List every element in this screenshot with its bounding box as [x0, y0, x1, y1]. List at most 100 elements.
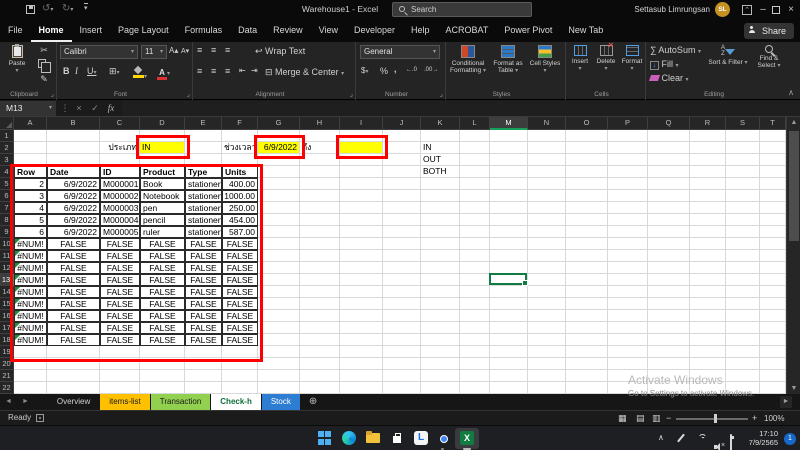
cell-A21[interactable] [14, 370, 47, 382]
battery-icon[interactable] [730, 434, 732, 450]
cell-D6[interactable]: Notebook [140, 190, 185, 202]
cell-A13[interactable]: #NUM! [14, 274, 47, 286]
cell-C14[interactable]: FALSE [100, 286, 140, 298]
cell-B12[interactable]: FALSE [47, 262, 100, 274]
cell-F4[interactable]: Units [222, 166, 258, 178]
cell-T17[interactable] [760, 322, 786, 334]
cell-O19[interactable] [566, 346, 608, 358]
col-header-E[interactable]: E [185, 117, 222, 130]
cell-E11[interactable]: FALSE [185, 250, 222, 262]
cell-R14[interactable] [690, 286, 726, 298]
cell-P18[interactable] [608, 334, 648, 346]
cell-N11[interactable] [528, 250, 566, 262]
cell-A8[interactable]: 5 [14, 214, 47, 226]
cell-N3[interactable] [528, 154, 566, 166]
cell-M9[interactable] [490, 226, 528, 238]
cell-N18[interactable] [528, 334, 566, 346]
cell-C12[interactable]: FALSE [100, 262, 140, 274]
cell-F6[interactable]: 1000.00 [222, 190, 258, 202]
cell-B19[interactable] [47, 346, 100, 358]
cell-O14[interactable] [566, 286, 608, 298]
tray-chevron-icon[interactable]: ∧ [658, 433, 664, 442]
cell-L21[interactable] [460, 370, 490, 382]
cell-D5[interactable]: Book [140, 178, 185, 190]
cell-H11[interactable] [300, 250, 340, 262]
cell-R9[interactable] [690, 226, 726, 238]
cell-L2[interactable] [460, 142, 490, 154]
cell-L17[interactable] [460, 322, 490, 334]
cell-A11[interactable]: #NUM! [14, 250, 47, 262]
cell-T8[interactable] [760, 214, 786, 226]
cell-S19[interactable] [726, 346, 760, 358]
cell-Q4[interactable] [648, 166, 690, 178]
align-bottom-icon[interactable]: ≡ [225, 45, 230, 55]
format-cells-button[interactable]: Format▾ [620, 44, 644, 73]
cell-B9[interactable]: 6/9/2022 [47, 226, 100, 238]
copy-icon[interactable] [38, 59, 46, 70]
cell-G22[interactable] [258, 382, 300, 394]
cell-A9[interactable]: 6 [14, 226, 47, 238]
align-center-icon[interactable]: ≡ [211, 66, 216, 76]
cell-Q7[interactable] [648, 202, 690, 214]
cell-L4[interactable] [460, 166, 490, 178]
cell-K12[interactable] [421, 262, 460, 274]
cell-F2[interactable]: ช่วงเวลา [222, 142, 258, 154]
cell-G19[interactable] [258, 346, 300, 358]
cell-N22[interactable] [528, 382, 566, 394]
cell-Q10[interactable] [648, 238, 690, 250]
ribbon-tab-home[interactable]: Home [31, 20, 72, 42]
cell-L3[interactable] [460, 154, 490, 166]
restore-button[interactable] [772, 6, 780, 14]
cell-L13[interactable] [460, 274, 490, 286]
cell-P4[interactable] [608, 166, 648, 178]
col-header-O[interactable]: O [566, 117, 608, 130]
cell-S3[interactable] [726, 154, 760, 166]
cell-E20[interactable] [185, 358, 222, 370]
cell-I17[interactable] [340, 322, 383, 334]
cell-G16[interactable] [258, 310, 300, 322]
active-cell-M13[interactable] [489, 273, 527, 285]
cell-F19[interactable] [222, 346, 258, 358]
cell-T14[interactable] [760, 286, 786, 298]
cell-O22[interactable] [566, 382, 608, 394]
cell-O11[interactable] [566, 250, 608, 262]
cell-J8[interactable] [383, 214, 421, 226]
sheet-nav-left-icon[interactable]: ◄ [0, 394, 17, 410]
cell-A18[interactable]: #NUM! [14, 334, 47, 346]
cell-E19[interactable] [185, 346, 222, 358]
cell-E17[interactable]: FALSE [185, 322, 222, 334]
cell-N16[interactable] [528, 310, 566, 322]
cell-S20[interactable] [726, 358, 760, 370]
col-header-Q[interactable]: Q [648, 117, 690, 130]
cell-K8[interactable] [421, 214, 460, 226]
edge-icon[interactable] [342, 431, 356, 445]
cell-D19[interactable] [140, 346, 185, 358]
ribbon-tab-review[interactable]: Review [265, 20, 311, 42]
cell-P8[interactable] [608, 214, 648, 226]
cell-I13[interactable] [340, 274, 383, 286]
normal-view-icon[interactable]: ▦ [618, 413, 627, 424]
cell-styles-button[interactable]: Cell Styles ▾ [528, 44, 562, 75]
cell-I9[interactable] [340, 226, 383, 238]
ribbon-tab-view[interactable]: View [311, 20, 346, 42]
italic-button[interactable]: I [75, 66, 78, 76]
cell-K3[interactable]: OUT [421, 154, 460, 166]
cell-G1[interactable] [258, 130, 300, 142]
cell-D16[interactable]: FALSE [140, 310, 185, 322]
cell-I12[interactable] [340, 262, 383, 274]
cell-M20[interactable] [490, 358, 528, 370]
cell-M16[interactable] [490, 310, 528, 322]
cell-R7[interactable] [690, 202, 726, 214]
cell-R4[interactable] [690, 166, 726, 178]
cell-D20[interactable] [140, 358, 185, 370]
cell-S14[interactable] [726, 286, 760, 298]
cell-R5[interactable] [690, 178, 726, 190]
cell-E5[interactable]: stationery [185, 178, 222, 190]
cell-K9[interactable] [421, 226, 460, 238]
redo-button[interactable]: ↻▾ [62, 3, 73, 14]
ribbon-tab-developer[interactable]: Developer [346, 20, 403, 42]
cell-I8[interactable] [340, 214, 383, 226]
cell-T21[interactable] [760, 370, 786, 382]
cell-H20[interactable] [300, 358, 340, 370]
cell-L10[interactable] [460, 238, 490, 250]
